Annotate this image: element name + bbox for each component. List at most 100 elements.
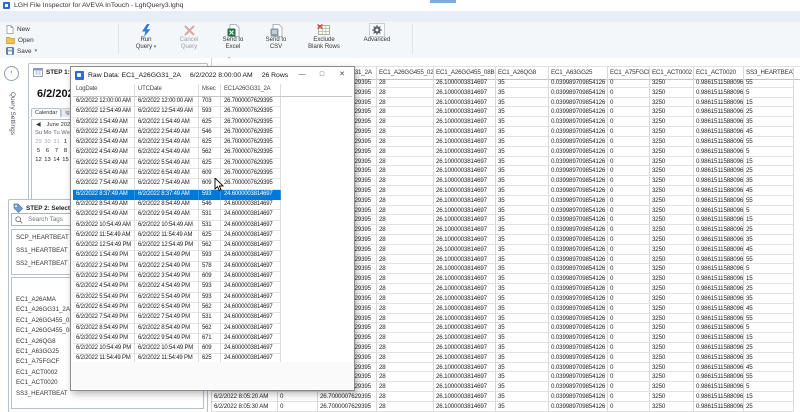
table-row[interactable]: 6/2/2022 6:54:49 AM 6/2/2022 6:54:49 AM 60… bbox=[73, 169, 352, 180]
column-header[interactable]: UTCDate bbox=[135, 84, 199, 96]
calendar-date-cell[interactable]: 31 bbox=[52, 138, 61, 147]
table-cell: 55 bbox=[744, 372, 794, 383]
table-row[interactable]: 6/2/2022 12:54:49 AM 6/2/2022 12:54:49 AM… bbox=[73, 107, 352, 118]
table-cell: 28 bbox=[377, 117, 434, 128]
calendar-date-cell[interactable]: 8 bbox=[61, 147, 70, 156]
send-to-csv-button[interactable]: Send to CSV bbox=[256, 23, 296, 56]
table-cell: 6/2/2022 2:54:49 PM bbox=[73, 261, 135, 273]
table-cell: 0 bbox=[278, 401, 318, 412]
table-row[interactable]: 6/2/2022 2:54:49 AM 6/2/2022 2:54:49 AM 54… bbox=[73, 127, 352, 139]
table-row[interactable]: 6/2/2022 1:54:49 AM 6/2/2022 1:54:49 AM 62… bbox=[73, 117, 352, 128]
dialog-title-bar[interactable]: Raw Data: EC1_A26GG31_2A 6/2/2022 8:00:00… bbox=[71, 67, 354, 83]
table-cell: 35 bbox=[496, 127, 549, 137]
calendar-date-cell[interactable]: 1 bbox=[61, 138, 70, 147]
table-row[interactable]: 6/2/2022 10:54:49 AM 6/2/2022 10:54:49 AM… bbox=[73, 220, 352, 231]
table-row[interactable]: 6/2/2022 10:54:49 PM 6/2/2022 10:54:49 PM… bbox=[73, 344, 352, 355]
sidebar-vertical-label: Query Settings bbox=[9, 92, 16, 135]
table-cell: 3250 bbox=[650, 127, 694, 137]
exclude-blank-rows-button[interactable]: Exclude Blank Rows bbox=[298, 23, 350, 56]
minimize-button[interactable]: — bbox=[292, 67, 312, 83]
table-cell: 35 bbox=[496, 87, 549, 98]
table-row[interactable]: 6/2/2022 5:54:49 PM 6/2/2022 5:54:49 PM 59… bbox=[73, 292, 352, 303]
table-cell: 0.986151158809662 bbox=[694, 303, 744, 314]
table-cell: 25 bbox=[744, 166, 794, 177]
calendar-date-cell[interactable]: 30 bbox=[43, 138, 52, 147]
table-cell: 625 bbox=[199, 158, 221, 170]
table-row[interactable]: 6/2/2022 9:54:49 PM 6/2/2022 9:54:49 PM 67… bbox=[73, 333, 352, 345]
table-cell: 0.039989709854126 bbox=[549, 146, 608, 157]
table-cell: 26.7000007629395 bbox=[221, 148, 281, 159]
calendar-prev-icon[interactable]: ◀ bbox=[36, 122, 40, 128]
table-cell: 0 bbox=[608, 166, 650, 177]
table-cell: 0.986151158809662 bbox=[694, 293, 744, 304]
table-cell: 26.7000007629395 bbox=[221, 158, 281, 170]
table-row[interactable]: 6/2/2022 5:54:49 AM 6/2/2022 5:54:49 AM 62… bbox=[73, 158, 352, 170]
column-header[interactable]: LogDate bbox=[73, 84, 135, 96]
table-row[interactable]: 6/2/2022 6:54:49 PM 6/2/2022 6:54:49 PM 56… bbox=[73, 302, 352, 314]
table-cell: 531 bbox=[199, 210, 221, 221]
table-row[interactable]: 6/2/2022 8:54:49 PM 6/2/2022 8:54:49 PM 56… bbox=[73, 323, 352, 334]
table-cell: 0.039989709854126 bbox=[549, 195, 608, 206]
table-cell: 0.986151158809662 bbox=[694, 127, 744, 137]
table-row[interactable]: 6/2/2022 4:54:49 PM 6/2/2022 4:54:49 PM 59… bbox=[73, 282, 352, 293]
table-cell: 28 bbox=[377, 284, 434, 294]
table-row[interactable]: 6/2/2022 3:54:49 AM 6/2/2022 3:54:49 AM 62… bbox=[73, 138, 352, 149]
table-cell: 6/2/2022 9:54:49 PM bbox=[73, 333, 135, 345]
table-cell: 3250 bbox=[650, 382, 694, 392]
run-query-button[interactable]: Run Query ▾ bbox=[126, 23, 166, 56]
table-row[interactable]: 6/2/2022 8:37:49 AM 6/2/2022 8:37:49 AM 59… bbox=[73, 189, 352, 200]
column-header[interactable]: EC1A26GG31_2A bbox=[221, 84, 281, 96]
table-cell: 0.986151158809662 bbox=[694, 362, 744, 373]
table-cell: 0.039989709854126 bbox=[549, 117, 608, 128]
calendar-date-cell[interactable]: 15 bbox=[61, 156, 70, 165]
table-row[interactable]: 6/2/2022 7:54:49 AM 6/2/2022 7:54:49 AM 60… bbox=[73, 179, 352, 190]
table-cell: 3250 bbox=[650, 78, 694, 88]
table-cell: 15 bbox=[744, 274, 794, 285]
calendar-date-cell[interactable]: 7 bbox=[52, 147, 61, 156]
table-row[interactable]: 6/2/2022 7:54:49 PM 6/2/2022 7:54:49 PM 53… bbox=[73, 313, 352, 324]
send-to-excel-button[interactable]: Send to Excel bbox=[212, 23, 254, 56]
calendar-date-cell[interactable]: 5 bbox=[34, 147, 43, 156]
new-button[interactable]: New bbox=[6, 24, 30, 34]
column-header[interactable]: Msec bbox=[199, 84, 221, 96]
dialog-grid: LogDate UTCDate Msec EC1A26GG31_2A 6/2/2022… bbox=[73, 84, 352, 365]
table-row[interactable]: 6/2/2022 11:54:49 AM 6/2/2022 11:54:49 AM… bbox=[73, 230, 352, 242]
table-row[interactable]: 6/2/2022 12:54:49 PM 6/2/2022 12:54:49 PM… bbox=[73, 241, 352, 252]
table-row[interactable]: 6/2/2022 8:05:20 AM 0 26.7000007629395 28 26… bbox=[212, 392, 794, 402]
table-row[interactable]: 6/2/2022 3:54:49 PM 6/2/2022 3:54:49 PM 60… bbox=[73, 272, 352, 283]
maximize-button[interactable]: □ bbox=[312, 67, 332, 83]
table-row[interactable]: 6/2/2022 12:00:00 AM 6/2/2022 12:00:00 AM… bbox=[73, 97, 352, 108]
calendar-date-cell[interactable]: 12 bbox=[34, 156, 43, 165]
calendar-date-cell[interactable]: 29 bbox=[34, 138, 43, 147]
table-row[interactable]: 6/2/2022 1:54:49 PM 6/2/2022 1:54:49 PM 59… bbox=[73, 251, 352, 262]
close-button[interactable]: ✕ bbox=[332, 67, 352, 83]
tab-calendar[interactable]: Calendar bbox=[31, 108, 62, 117]
table-row[interactable]: 6/2/2022 8:05:30 AM 0 26.7000007629395 28 26… bbox=[212, 401, 794, 412]
table-cell: 6/2/2022 8:54:49 AM bbox=[73, 199, 135, 211]
table-cell: 6/2/2022 7:54:49 PM bbox=[73, 313, 135, 324]
table-cell: 35 bbox=[496, 156, 549, 167]
collapse-sidebar-button[interactable]: ‹ bbox=[4, 66, 19, 81]
table-cell: 6/2/2022 6:54:49 PM bbox=[135, 302, 199, 314]
table-cell: 28 bbox=[377, 185, 434, 196]
table-cell: 0.039989709854126 bbox=[549, 235, 608, 245]
table-cell: 0 bbox=[608, 107, 650, 118]
table-row[interactable]: 6/2/2022 4:54:49 AM 6/2/2022 4:54:49 AM 56… bbox=[73, 148, 352, 159]
calendar-date-cell[interactable]: 6 bbox=[43, 147, 52, 156]
title-bar: LGH File Inspector for AVEVA InTouch - L… bbox=[0, 0, 800, 11]
table-row[interactable]: 6/2/2022 8:54:49 AM 6/2/2022 8:54:49 AM 54… bbox=[73, 199, 352, 211]
calendar-date-cell[interactable]: 13 bbox=[43, 156, 52, 165]
table-row[interactable]: 6/2/2022 2:54:49 PM 6/2/2022 2:54:49 PM 57… bbox=[73, 261, 352, 273]
open-button[interactable]: Open bbox=[6, 35, 34, 45]
table-cell: 546 bbox=[199, 127, 221, 139]
table-row[interactable]: 6/2/2022 9:54:49 AM 6/2/2022 9:54:49 AM 53… bbox=[73, 210, 352, 221]
table-cell: 26.1000003814697 bbox=[434, 323, 496, 334]
dialog-grid-body: 6/2/2022 12:00:00 AM 6/2/2022 12:00:00 AM… bbox=[73, 97, 352, 365]
save-button[interactable]: Save ▾ bbox=[6, 46, 37, 56]
table-cell: 25 bbox=[744, 107, 794, 118]
dialog-empty-area bbox=[72, 362, 353, 389]
calendar-date-cell[interactable]: 14 bbox=[52, 156, 61, 165]
table-cell: 6/2/2022 5:54:49 PM bbox=[135, 292, 199, 303]
advanced-button[interactable]: Advanced bbox=[352, 23, 402, 56]
table-cell: 26.1000003814697 bbox=[434, 254, 496, 265]
